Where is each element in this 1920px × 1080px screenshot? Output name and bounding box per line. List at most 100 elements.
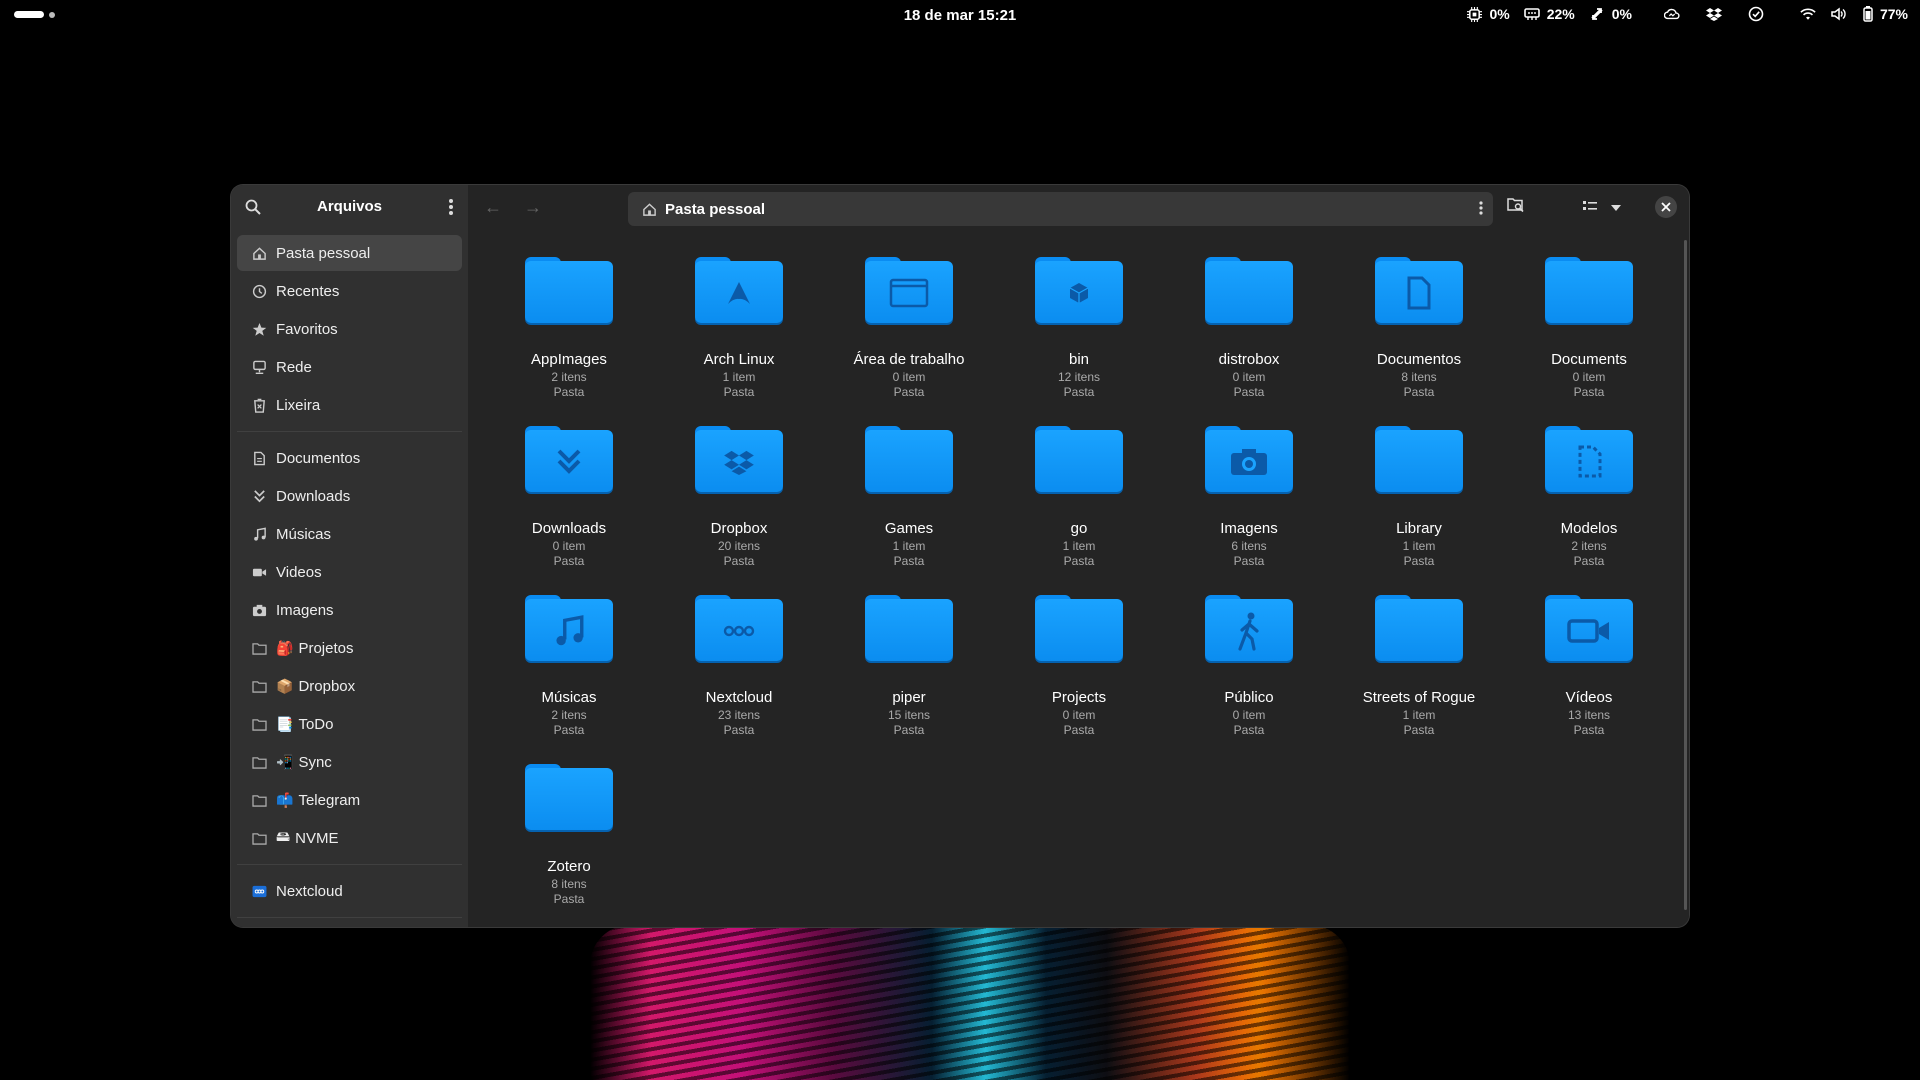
- scrollbar[interactable]: [1684, 240, 1687, 910]
- files-window: Arquivos Pasta pessoal Recentes Favorito…: [231, 185, 1689, 927]
- folder-item[interactable]: distrobox 0 item Pasta: [1164, 235, 1334, 404]
- check-circle-icon[interactable]: [1748, 6, 1764, 22]
- cloud-sync-icon[interactable]: [1663, 6, 1680, 22]
- phone-arrow-emoji-icon: 📲: [276, 753, 294, 770]
- folder-item-count: 20 itens: [717, 539, 761, 553]
- sidebar-item-sync[interactable]: 📲 Sync: [237, 744, 462, 780]
- folder-item-count: 0 item: [1232, 370, 1266, 384]
- folder-icon: [865, 257, 953, 327]
- folder-item[interactable]: Projects 0 item Pasta: [994, 573, 1164, 742]
- volume-icon[interactable]: [1830, 6, 1846, 22]
- sidebar-item-nextcloud[interactable]: Nextcloud: [237, 873, 462, 909]
- sidebar-item-downloads[interactable]: Downloads: [237, 478, 462, 514]
- sidebar-item-documentos[interactable]: Documentos: [237, 440, 462, 476]
- folder-item[interactable]: go 1 item Pasta: [994, 404, 1164, 573]
- search-folder-icon[interactable]: [1507, 197, 1525, 218]
- folder-icon: [695, 426, 783, 496]
- folder-name: distrobox: [1218, 351, 1280, 368]
- folder-name: Documentos: [1376, 351, 1462, 368]
- wifi-icon[interactable]: [1800, 6, 1816, 22]
- folder-item-count: 1 item: [722, 370, 756, 384]
- sidebar-item-imagens[interactable]: Imagens: [237, 592, 462, 628]
- sidebar-item-label: Rede: [276, 358, 312, 376]
- folder-item-count: 15 itens: [887, 708, 931, 722]
- sidebar-item-telegram[interactable]: 📫 Telegram: [237, 782, 462, 818]
- folder-name: Arch Linux: [703, 351, 775, 368]
- memory-indicator[interactable]: 22%: [1523, 6, 1575, 22]
- folder-type: Pasta: [1233, 554, 1265, 568]
- folder-icon: [525, 595, 613, 665]
- folder-item-count: 8 itens: [551, 877, 587, 891]
- mailbox-emoji-icon: 📫: [276, 791, 294, 808]
- folder-item[interactable]: Imagens 6 itens Pasta: [1164, 404, 1334, 573]
- folder-item[interactable]: Library 1 item Pasta: [1334, 404, 1504, 573]
- folder-item[interactable]: Público 0 item Pasta: [1164, 573, 1334, 742]
- folder-item[interactable]: Músicas 2 itens Pasta: [484, 573, 654, 742]
- window-emblem-icon: [865, 265, 953, 321]
- close-button[interactable]: [1655, 196, 1677, 218]
- sidebar-item-videos[interactable]: Videos: [237, 554, 462, 590]
- folder-name: Streets of Rogue: [1362, 689, 1476, 706]
- sidebar-item-dropbox[interactable]: 📦 Dropbox: [237, 668, 462, 704]
- folder-item-count: 1 item: [892, 539, 926, 553]
- folder-icon: [1205, 426, 1293, 496]
- cpu-indicator[interactable]: 0%: [1466, 6, 1510, 22]
- sidebar-separator: [237, 431, 462, 432]
- forward-arrow-icon[interactable]: →: [524, 197, 542, 218]
- folder-icon: [251, 678, 267, 694]
- folder-item[interactable]: bin 12 itens Pasta: [994, 235, 1164, 404]
- folder-item[interactable]: Streets of Rogue 1 item Pasta: [1334, 573, 1504, 742]
- folder-name: Dropbox: [710, 520, 768, 537]
- folder-name: Público: [1224, 689, 1274, 706]
- folder-item[interactable]: Modelos 2 itens Pasta: [1504, 404, 1674, 573]
- folder-item[interactable]: Documentos 8 itens Pasta: [1334, 235, 1504, 404]
- folder-item[interactable]: Arch Linux 1 item Pasta: [654, 235, 824, 404]
- folder-item[interactable]: Games 1 item Pasta: [824, 404, 994, 573]
- network-icon: [251, 359, 267, 375]
- trash-icon: [251, 397, 267, 413]
- folder-item[interactable]: Zotero 8 itens Pasta: [484, 742, 654, 911]
- sidebar-item-projetos[interactable]: 🎒 Projetos: [237, 630, 462, 666]
- sidebar-item-recent[interactable]: Recentes: [237, 273, 462, 309]
- camera-emblem-icon: [1205, 434, 1293, 490]
- nextcloud-emblem-icon: [695, 603, 783, 659]
- sidebar-item-starred[interactable]: Favoritos: [237, 311, 462, 347]
- folder-item[interactable]: piper 15 itens Pasta: [824, 573, 994, 742]
- path-bar[interactable]: Pasta pessoal: [628, 192, 1493, 226]
- battery-indicator[interactable]: 77%: [1860, 6, 1908, 22]
- folder-item-count: 1 item: [1402, 708, 1436, 722]
- folder-item-count: 2 itens: [551, 370, 587, 384]
- music-icon: [251, 526, 267, 542]
- folder-type: Pasta: [1063, 554, 1095, 568]
- sidebar-item-home[interactable]: Pasta pessoal: [237, 235, 462, 271]
- sidebar-item-musicas[interactable]: Músicas: [237, 516, 462, 552]
- folder-type: Pasta: [723, 385, 755, 399]
- folder-type: Pasta: [893, 554, 925, 568]
- folder-type: Pasta: [723, 554, 755, 568]
- list-view-icon[interactable]: [1582, 199, 1598, 218]
- chevron-down-icon[interactable]: [1610, 200, 1622, 218]
- swap-indicator[interactable]: 0%: [1589, 6, 1632, 22]
- folder-name: Nextcloud: [705, 689, 773, 706]
- folder-icon: [695, 257, 783, 327]
- sidebar-item-network[interactable]: Rede: [237, 349, 462, 385]
- main-menu-icon[interactable]: [448, 198, 454, 221]
- sidebar-item-nvme[interactable]: 🖴 NVME: [237, 820, 462, 856]
- folder-item[interactable]: Documents 0 item Pasta: [1504, 235, 1674, 404]
- folder-item[interactable]: Dropbox 20 itens Pasta: [654, 404, 824, 573]
- folder-item[interactable]: Área de trabalho 0 item Pasta: [824, 235, 994, 404]
- system-tray: 0% 22% 0% 77%: [1466, 6, 1908, 22]
- folder-item[interactable]: Downloads 0 item Pasta: [484, 404, 654, 573]
- folder-item-count: 2 itens: [551, 708, 587, 722]
- folder-type: Pasta: [1403, 554, 1435, 568]
- memory-icon: [1523, 6, 1540, 22]
- path-menu-icon[interactable]: [1479, 201, 1483, 220]
- back-arrow-icon[interactable]: ←: [484, 197, 502, 218]
- clock-icon: [251, 283, 267, 299]
- folder-item[interactable]: Nextcloud 23 itens Pasta: [654, 573, 824, 742]
- folder-item[interactable]: AppImages 2 itens Pasta: [484, 235, 654, 404]
- sidebar-item-todo[interactable]: 📑 ToDo: [237, 706, 462, 742]
- dropbox-icon[interactable]: [1705, 6, 1722, 22]
- sidebar-item-trash[interactable]: Lixeira: [237, 387, 462, 423]
- folder-item[interactable]: Vídeos 13 itens Pasta: [1504, 573, 1674, 742]
